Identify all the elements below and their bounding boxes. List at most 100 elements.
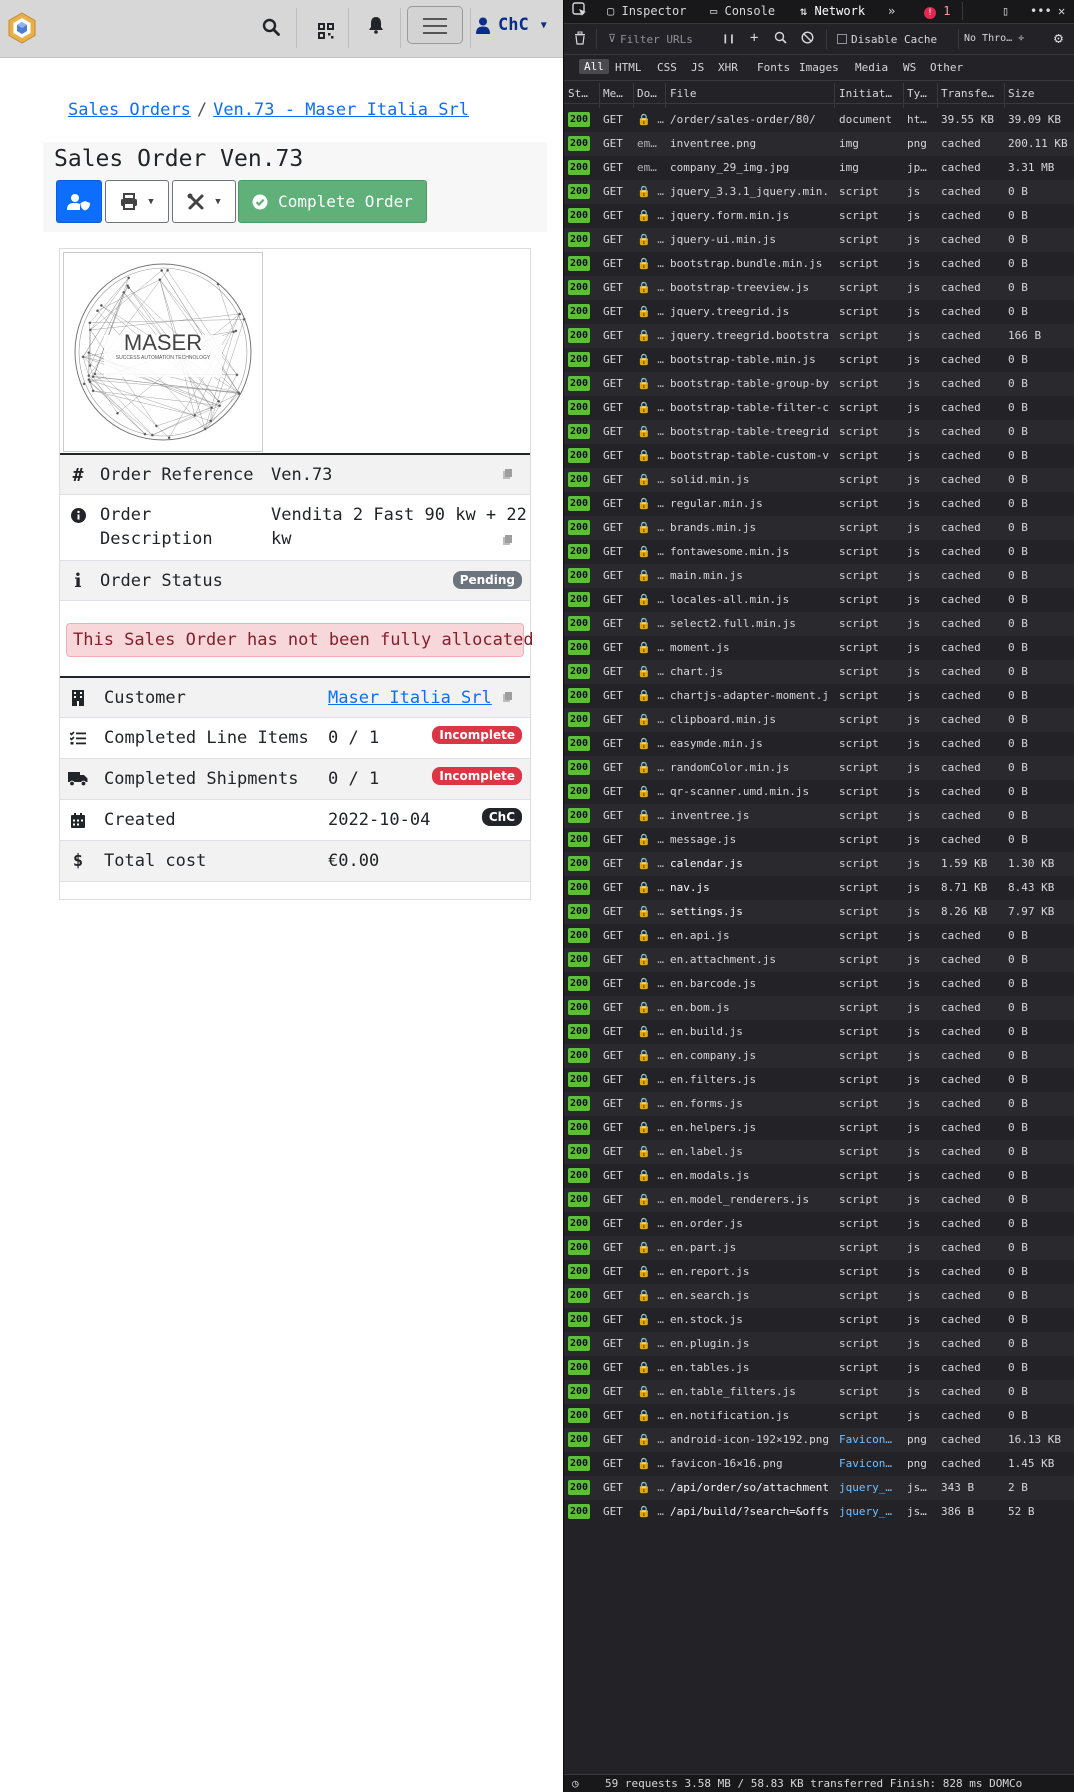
request-row[interactable]: 200 GET 🔒 … nav.js script js 8.71 KB 8.43 KB: [564, 876, 1074, 900]
menu-toggle-button[interactable]: [407, 6, 463, 44]
request-row[interactable]: 200 GET 🔒 … en.search.js script js cached 0 B: [564, 1284, 1074, 1308]
request-row[interactable]: 200 GET 🔒 … bootstrap-table-filter-c script j…: [564, 396, 1074, 420]
complete-order-button[interactable]: Complete Order: [238, 180, 427, 223]
request-row[interactable]: 200 GET 🔒 … randomColor.min.js script js cache…: [564, 756, 1074, 780]
inventree-logo[interactable]: [7, 12, 37, 44]
breadcrumb-current-order[interactable]: Ven.73 - Maser Italia Srl: [213, 100, 469, 120]
column-header-status[interactable]: St…: [568, 87, 598, 100]
column-header-type[interactable]: Ty…: [907, 87, 937, 100]
customer-link[interactable]: Maser Italia Srl: [328, 688, 492, 708]
request-row[interactable]: 200 GET 🔒 … bootstrap-table-custom-v script j…: [564, 444, 1074, 468]
request-row[interactable]: 200 GET 🔒 … en.order.js script js cached 0 B: [564, 1212, 1074, 1236]
request-row[interactable]: 200 GET 🔒 … en.tables.js script js cached 0 B: [564, 1356, 1074, 1380]
filter-tab-css[interactable]: CSS: [657, 61, 677, 74]
request-row[interactable]: 200 GET 🔒 … en.stock.js script js cached 0 B: [564, 1308, 1074, 1332]
request-row[interactable]: 200 GET 🔒 … jquery_3.3.1_jquery.min. script j…: [564, 180, 1074, 204]
bell-icon[interactable]: [361, 10, 391, 40]
element-picker-icon[interactable]: [572, 2, 588, 21]
pause-icon[interactable]: ❙❙: [722, 32, 735, 45]
request-row[interactable]: 200 GET 🔒 … android-icon-192×192.png Favicon…: [564, 1428, 1074, 1452]
request-row[interactable]: 200 GET 🔒 … clipboard.min.js script js cached 0…: [564, 708, 1074, 732]
request-row[interactable]: 200 GET 🔒 … jquery.form.min.js script js cache…: [564, 204, 1074, 228]
filter-tab-ws[interactable]: WS: [903, 61, 916, 74]
request-row[interactable]: 200 GET em… inventree.png img png cached 200.11…: [564, 132, 1074, 156]
request-row[interactable]: 200 GET 🔒 … jquery.treegrid.bootstra script j…: [564, 324, 1074, 348]
disable-cache-checkbox[interactable]: Disable Cache: [837, 33, 937, 46]
request-row[interactable]: 200 GET 🔒 … en.build.js script js cached 0 B: [564, 1020, 1074, 1044]
request-row[interactable]: 200 GET 🔒 … en.barcode.js script js cached 0 B: [564, 972, 1074, 996]
request-row[interactable]: 200 GET 🔒 … main.min.js script js cached 0 B: [564, 564, 1074, 588]
copy-icon[interactable]: [503, 535, 513, 546]
copy-icon[interactable]: [503, 469, 513, 480]
throttling-select[interactable]: No Thro… ÷: [964, 33, 1024, 44]
block-icon[interactable]: [801, 31, 814, 47]
more-options-icon[interactable]: •••: [1030, 4, 1052, 18]
column-header-file[interactable]: File: [670, 87, 835, 100]
request-row[interactable]: 200 GET 🔒 … en.report.js script js cached 0 B: [564, 1260, 1074, 1284]
request-initiator[interactable]: jquery_…: [839, 1505, 903, 1518]
search-icon[interactable]: [256, 12, 286, 42]
request-row[interactable]: 200 GET 🔒 … brands.min.js script js cached 0 B: [564, 516, 1074, 540]
filter-urls-input[interactable]: Filter URLs: [620, 33, 693, 46]
more-tabs-icon[interactable]: »: [888, 4, 895, 18]
request-row[interactable]: 200 GET 🔒 … solid.min.js script js cached 0 B: [564, 468, 1074, 492]
request-row[interactable]: 200 GET 🔒 … moment.js script js cached 0 B: [564, 636, 1074, 660]
request-row[interactable]: 200 GET 🔒 … en.attachment.js script js cached 0…: [564, 948, 1074, 972]
request-row[interactable]: 200 GET 🔒 … en.model_renderers.js script js ca…: [564, 1188, 1074, 1212]
user-menu-button[interactable]: ChC ▼: [476, 10, 547, 40]
column-header-method[interactable]: Me…: [603, 87, 633, 100]
request-row[interactable]: 200 GET 🔒 … en.bom.js script js cached 0 B: [564, 996, 1074, 1020]
trash-icon[interactable]: [574, 31, 586, 48]
request-row[interactable]: 200 GET 🔒 … /order/sales-order/80/document h…: [564, 108, 1074, 132]
request-row[interactable]: 200 GET 🔒 … calendar.js script js 1.59 KB 1.30 …: [564, 852, 1074, 876]
request-row[interactable]: 200 GET 🔒 … en.api.js script js cached 0 B: [564, 924, 1074, 948]
request-row[interactable]: 200 GET 🔒 … inventree.js script js cached 0 B: [564, 804, 1074, 828]
request-row[interactable]: 200 GET 🔒 … bootstrap-table.min.js script js c…: [564, 348, 1074, 372]
request-row[interactable]: 200 GET 🔒 … bootstrap-treeview.js script js ca…: [564, 276, 1074, 300]
request-row[interactable]: 200 GET 🔒 … jquery-ui.min.js script js cached 0…: [564, 228, 1074, 252]
request-row[interactable]: 200 GET 🔒 … bootstrap-table-group-by script j…: [564, 372, 1074, 396]
column-header-transferred[interactable]: Transfe…: [941, 87, 1005, 100]
column-header-size[interactable]: Size: [1008, 87, 1074, 100]
request-row[interactable]: 200 GET em… company_29_img.jpg img jp… cached 3…: [564, 156, 1074, 180]
request-row[interactable]: 200 GET 🔒 … en.label.js script js cached 0 B: [564, 1140, 1074, 1164]
column-header-initiator[interactable]: Initiat…: [839, 87, 903, 100]
search-icon[interactable]: [774, 31, 787, 47]
filter-tab-images[interactable]: Images: [799, 61, 839, 74]
request-row[interactable]: 200 GET 🔒 … message.js script js cached 0 B: [564, 828, 1074, 852]
request-row[interactable]: 200 GET 🔒 … bootstrap.bundle.min.js script js…: [564, 252, 1074, 276]
request-row[interactable]: 200 GET 🔒 … en.helpers.js script js cached 0 B: [564, 1116, 1074, 1140]
order-actions-dropdown-button[interactable]: ▼: [172, 180, 236, 223]
request-row[interactable]: 200 GET 🔒 … /api/order/so/attachment jquery_…: [564, 1476, 1074, 1500]
request-row[interactable]: 200 GET 🔒 … select2.full.min.js script js cach…: [564, 612, 1074, 636]
request-row[interactable]: 200 GET 🔒 … en.forms.js script js cached 0 B: [564, 1092, 1074, 1116]
filter-tab-html[interactable]: HTML: [615, 61, 642, 74]
request-row[interactable]: 200 GET 🔒 … favicon-16×16.png Favicon… png cac…: [564, 1452, 1074, 1476]
assign-customer-button[interactable]: [56, 180, 102, 223]
request-row[interactable]: 200 GET 🔒 … chartjs-adapter-moment.j script j…: [564, 684, 1074, 708]
request-row[interactable]: 200 GET 🔒 … en.part.js script js cached 0 B: [564, 1236, 1074, 1260]
request-row[interactable]: 200 GET 🔒 … settings.js script js 8.26 KB 7.97 …: [564, 900, 1074, 924]
filter-tab-media[interactable]: Media: [855, 61, 888, 74]
print-dropdown-button[interactable]: ▼: [105, 180, 169, 223]
request-row[interactable]: 200 GET 🔒 … en.filters.js script js cached 0 B: [564, 1068, 1074, 1092]
filter-tab-other[interactable]: Other: [930, 61, 963, 74]
request-row[interactable]: 200 GET 🔒 … easymde.min.js script js cached 0 B: [564, 732, 1074, 756]
filter-tab-all[interactable]: All: [579, 59, 609, 74]
request-row[interactable]: 200 GET 🔒 … chart.js script js cached 0 B: [564, 660, 1074, 684]
close-icon[interactable]: ✕: [1058, 4, 1065, 18]
column-header-domain[interactable]: Do…: [637, 87, 667, 100]
filter-tab-xhr[interactable]: XHR: [718, 61, 738, 74]
request-row[interactable]: 200 GET 🔒 … fontawesome.min.js script js cache…: [564, 540, 1074, 564]
request-row[interactable]: 200 GET 🔒 … en.company.js script js cached 0 B: [564, 1044, 1074, 1068]
request-row[interactable]: 200 GET 🔒 … regular.min.js script js cached 0 B: [564, 492, 1074, 516]
error-count[interactable]: ! 1: [924, 4, 950, 19]
request-row[interactable]: 200 GET 🔒 … qr-scanner.umd.min.js script js ca…: [564, 780, 1074, 804]
dock-side-icon[interactable]: ▯: [1002, 4, 1009, 18]
filter-tab-fonts[interactable]: Fonts: [757, 61, 790, 74]
request-row[interactable]: 200 GET 🔒 … locales-all.min.js script js cache…: [564, 588, 1074, 612]
tab-console[interactable]: ▭ Console: [710, 4, 775, 18]
request-row[interactable]: 200 GET 🔒 … en.notification.js script js cache…: [564, 1404, 1074, 1428]
breadcrumb-sales-orders[interactable]: Sales Orders: [68, 100, 191, 120]
request-row[interactable]: 200 GET 🔒 … /api/build/?search=&offs jquery_…: [564, 1500, 1074, 1524]
